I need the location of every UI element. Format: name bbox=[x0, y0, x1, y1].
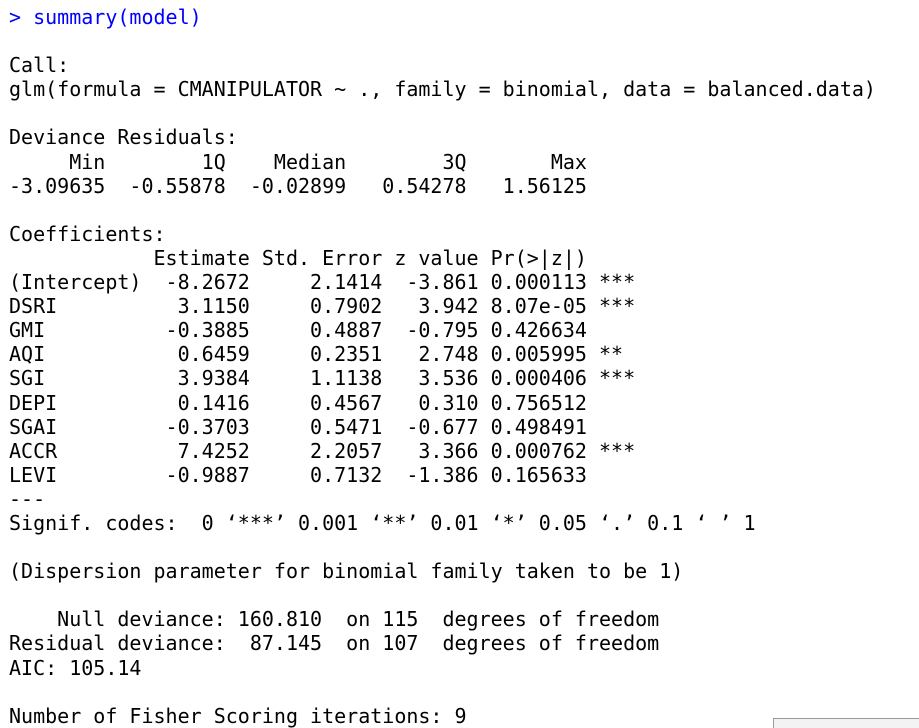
aic: AIC: 105.14 bbox=[9, 655, 142, 680]
deviance-residuals-header: Min 1Q Median 3Q Max bbox=[9, 149, 612, 174]
coefficients-title: Coefficients: bbox=[9, 221, 166, 246]
coefficient-row: DSRI 3.1150 0.7902 3.942 8.07e-05 *** bbox=[9, 294, 636, 319]
coefficient-row: ACCR 7.4252 2.2057 3.366 0.000762 *** bbox=[9, 438, 636, 463]
signif-codes: Signif. codes: 0 ‘***’ 0.001 ‘**’ 0.01 ‘… bbox=[9, 510, 756, 535]
coefficient-row: AQI 0.6459 0.2351 2.748 0.005995 ** bbox=[9, 342, 636, 367]
deviance-residuals-title: Deviance Residuals: bbox=[9, 125, 238, 150]
residual-deviance: Residual deviance: 87.145 on 107 degrees… bbox=[9, 631, 660, 656]
coefficient-row: DEPI 0.1416 0.4567 0.310 0.756512 bbox=[9, 390, 636, 415]
coefficient-row: LEVI -0.9887 0.7132 -1.386 0.165633 bbox=[9, 462, 636, 487]
coefficient-row: SGAI -0.3703 0.5471 -0.677 0.498491 bbox=[9, 414, 636, 439]
dispersion-note: (Dispersion parameter for binomial famil… bbox=[9, 559, 684, 584]
r-console-output[interactable]: > summary(model) Call: glm(formula = CMA… bbox=[9, 5, 919, 728]
coefficients-header: Estimate Std. Error z value Pr(>|z|) bbox=[9, 245, 636, 270]
coefficients-separator: --- bbox=[9, 486, 46, 511]
console-command: > summary(model) bbox=[9, 5, 202, 29]
call-formula: glm(formula = CMANIPULATOR ~ ., family =… bbox=[9, 77, 876, 102]
null-deviance: Null deviance: 160.810 on 115 degrees of… bbox=[9, 607, 660, 632]
call-label: Call: bbox=[9, 53, 70, 78]
coefficient-row: (Intercept) -8.2672 2.1414 -3.861 0.0001… bbox=[9, 270, 636, 295]
coefficient-row: GMI -0.3885 0.4887 -0.795 0.426634 bbox=[9, 318, 636, 343]
coefficient-row: SGI 3.9384 1.1138 3.536 0.000406 *** bbox=[9, 366, 636, 391]
deviance-residuals-values: -3.09635 -0.55878 -0.02899 0.54278 1.561… bbox=[9, 173, 612, 198]
